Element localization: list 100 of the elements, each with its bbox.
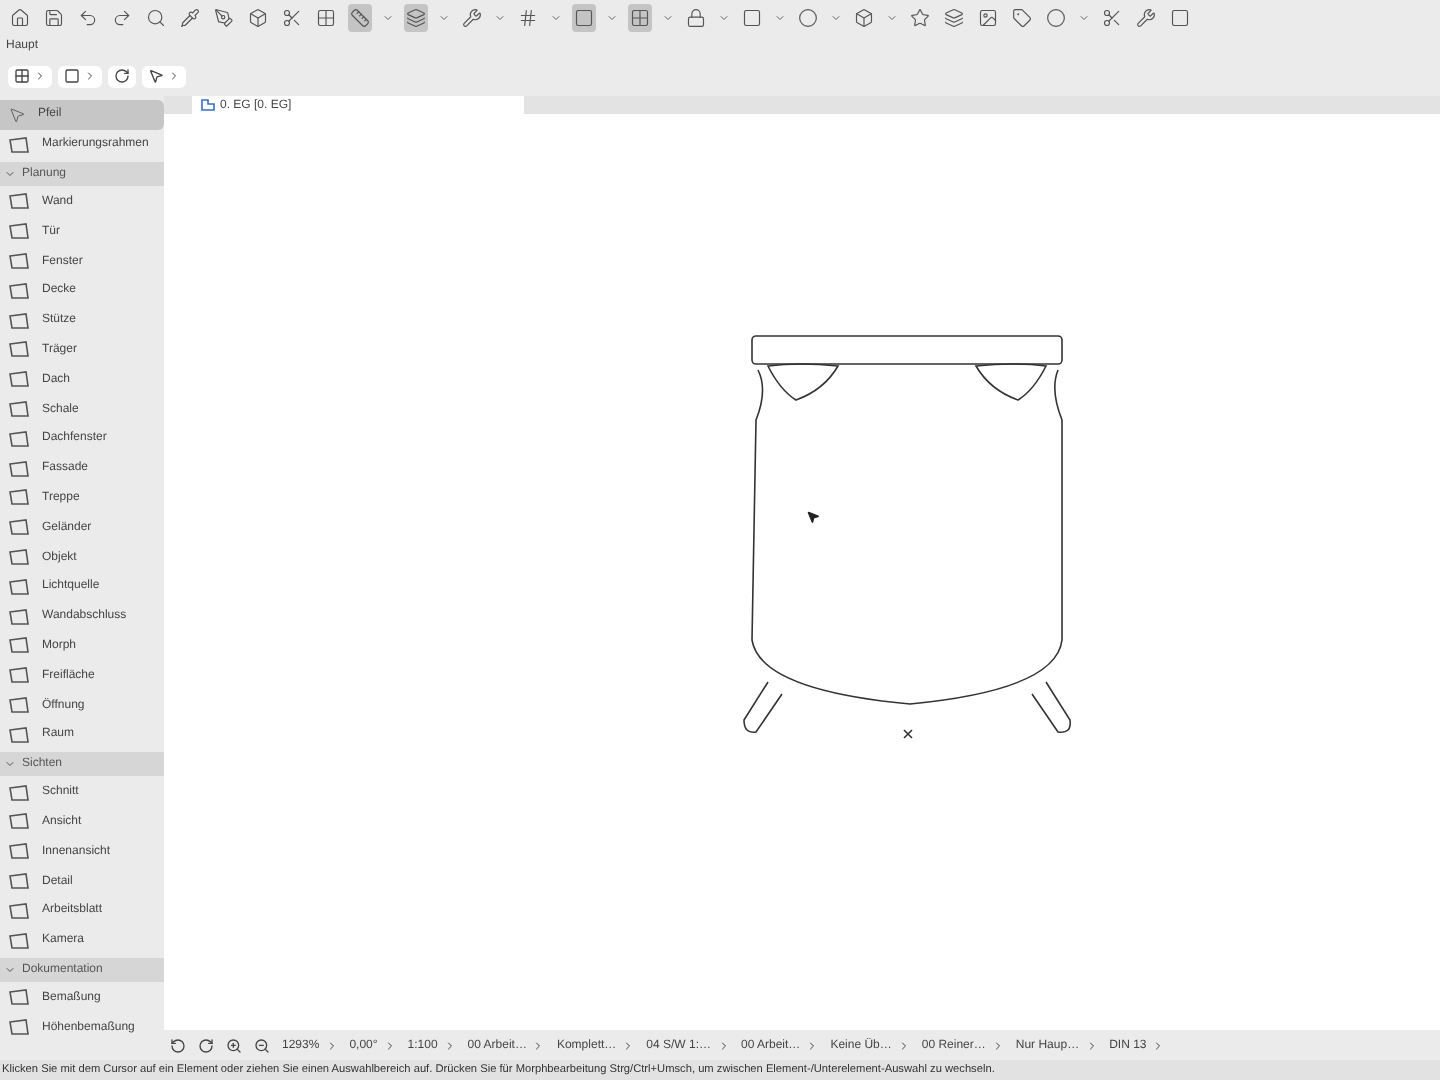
caret-icon: [4, 963, 16, 976]
chevron-icon: [991, 1039, 1004, 1051]
tool-icon: [8, 842, 30, 861]
layers-icon: [406, 7, 426, 27]
cross-mark-icon: [902, 728, 914, 740]
wrench-icon: [462, 7, 482, 27]
chevron-icon: [1152, 1039, 1165, 1051]
pen-icon: [214, 7, 234, 27]
hash-icon: [518, 7, 538, 27]
zoom-in-icon[interactable]: [226, 1037, 242, 1053]
tool-icon: [8, 370, 30, 389]
tool-icon: [8, 429, 30, 448]
tool-icon: [8, 518, 30, 537]
floor-plan-icon: [200, 98, 216, 112]
lock-tool-button[interactable]: [684, 3, 708, 31]
tool-icon: [8, 666, 30, 685]
zoom-out-icon[interactable]: [254, 1037, 270, 1053]
grid-icon: [14, 68, 30, 84]
eyedropper-icon: [180, 7, 200, 27]
scissors-icon: [282, 7, 302, 27]
tool-icon: [8, 901, 30, 920]
search-icon: [146, 7, 166, 27]
tool-icon: [8, 577, 30, 596]
tool-icon: [8, 135, 30, 154]
panel-icon: [1170, 7, 1190, 27]
tool-icon: [8, 931, 30, 950]
tool-icon: [8, 252, 30, 271]
chevron-icon: [325, 1039, 338, 1051]
wrench-tool-button[interactable]: [460, 3, 484, 31]
chevron-icon: [383, 1039, 396, 1051]
square-icon: [64, 68, 80, 84]
rotate-button[interactable]: [108, 65, 136, 87]
rotate-right-icon[interactable]: [198, 1037, 214, 1053]
caret-icon: [4, 757, 16, 770]
square-tool-button[interactable]: [572, 3, 596, 31]
grid-icon: [316, 7, 336, 27]
snap-grid-icon: [630, 7, 650, 27]
rotate-icon: [114, 68, 130, 84]
chevron-icon: [622, 1039, 635, 1051]
star-tool-button[interactable]: [908, 3, 932, 31]
chevron-icon: [897, 1039, 910, 1051]
chevron-icon: [806, 1039, 819, 1051]
tool-icon: [8, 725, 30, 744]
tool-icon: [8, 812, 30, 831]
box-tool-button[interactable]: [246, 3, 270, 31]
tool-icon: [8, 872, 30, 891]
frame-icon: [742, 7, 762, 27]
chevron-icon: [443, 1039, 456, 1051]
cut-icon: [1102, 7, 1122, 27]
home-icon: [10, 7, 30, 27]
pointer-icon: [148, 68, 164, 84]
chevron-icon: [84, 70, 96, 82]
layout-dropdown[interactable]: [8, 65, 52, 87]
circle-icon: [798, 7, 818, 27]
stack-tool-button[interactable]: [942, 3, 966, 31]
chevron-icon: [1085, 1039, 1098, 1051]
chevron-icon: [717, 1039, 729, 1051]
stack-icon: [944, 7, 964, 27]
tool-icon: [8, 400, 30, 419]
square-icon: [574, 7, 594, 27]
cube-icon: [854, 7, 874, 27]
chevron-icon: [168, 70, 180, 82]
tool-icon: [8, 281, 30, 300]
rotate-left-icon[interactable]: [170, 1037, 186, 1053]
tool-tool-button[interactable]: [1134, 3, 1158, 31]
circle-tool-button[interactable]: [796, 3, 820, 31]
tool-icon: [8, 192, 30, 211]
selection-dropdown[interactable]: [58, 65, 102, 87]
chevron-icon: [532, 1039, 545, 1051]
chevron-icon: [34, 70, 46, 82]
cursor-icon: [806, 510, 820, 524]
redo-icon: [112, 7, 132, 27]
ruler-icon: [350, 7, 370, 27]
tool-icon: [8, 1018, 30, 1037]
tool-icon: [8, 696, 30, 715]
star-icon: [910, 7, 930, 27]
layers-tool-button[interactable]: [404, 3, 428, 31]
home-tool-button[interactable]: [8, 3, 32, 31]
caret-icon: [4, 167, 16, 180]
image-icon: [978, 7, 998, 27]
tool-icon: [8, 548, 30, 567]
pen-tool-button[interactable]: [212, 3, 236, 31]
cube-tool-button[interactable]: [852, 3, 876, 31]
save-icon: [44, 7, 64, 27]
pointer-dropdown[interactable]: [142, 65, 186, 87]
pointer-icon: [8, 105, 26, 124]
tool-icon: [8, 783, 30, 802]
tool-icon: [8, 607, 30, 626]
ruler-tool-button[interactable]: [348, 3, 372, 31]
tool-icon: [1136, 7, 1156, 27]
undo-icon: [78, 7, 98, 27]
eyedropper-tool-button[interactable]: [178, 3, 202, 31]
tool-icon: [8, 988, 30, 1007]
tool-icon: [8, 459, 30, 478]
box-icon: [248, 7, 268, 27]
tool-icon: [8, 636, 30, 655]
snap-grid-tool-button[interactable]: [628, 3, 652, 31]
tag-tool-button[interactable]: [1010, 3, 1034, 31]
tool-icon: [8, 488, 30, 507]
tool-icon: [8, 311, 30, 330]
